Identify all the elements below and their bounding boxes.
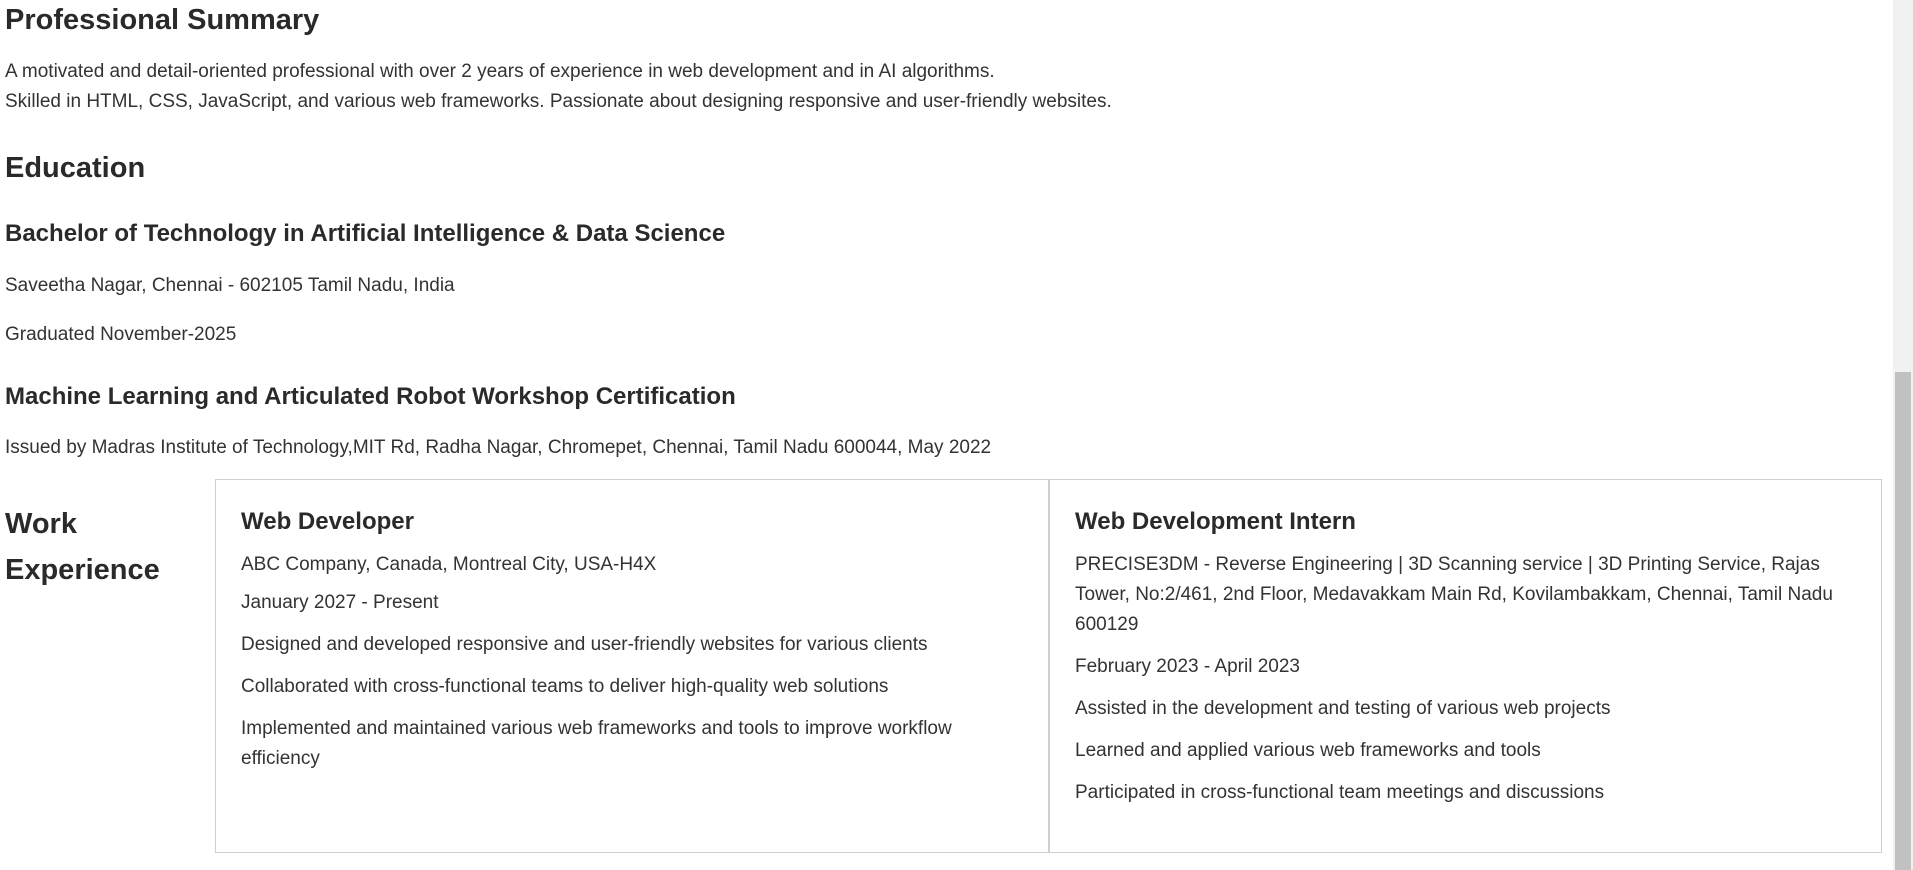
education-heading: Education [5, 152, 146, 184]
job-title: Web Development Intern [1075, 508, 1356, 535]
certification-issued: Issued by Madras Institute of Technology… [5, 437, 992, 458]
job-duty: Participated in cross-functional team me… [1075, 782, 1605, 803]
job-dates: January 2027 - Present [241, 592, 439, 613]
certification-title: Machine Learning and Articulated Robot W… [5, 383, 736, 410]
degree-title: Bachelor of Technology in Artificial Int… [5, 220, 726, 247]
vertical-scrollbar[interactable] [1893, 0, 1913, 870]
job-duty: Learned and applied various web framewor… [1075, 740, 1541, 761]
scrollbar-thumb[interactable] [1895, 372, 1911, 870]
summary-text-line-2: Skilled in HTML, CSS, JavaScript, and va… [5, 91, 1112, 112]
job-duty: Assisted in the development and testing … [1075, 698, 1611, 719]
work-experience-heading: Work Experience [5, 501, 205, 593]
job-dates: February 2023 - April 2023 [1075, 656, 1300, 677]
job-company: PRECISE3DM - Reverse Engineering | 3D Sc… [1075, 554, 1833, 635]
education-section: Education Bachelor of Technology in Arti… [5, 148, 1885, 458]
professional-summary-heading: Professional Summary [5, 4, 320, 36]
degree-location: Saveetha Nagar, Chennai - 602105 Tamil N… [5, 275, 455, 296]
job-company: ABC Company, Canada, Montreal City, USA-… [241, 554, 657, 575]
summary-text-line-1: A motivated and detail-oriented professi… [5, 61, 995, 82]
professional-summary-section: Professional Summary A motivated and det… [5, 0, 1885, 117]
work-heading-line-1: Work [5, 508, 77, 540]
job-title: Web Developer [241, 508, 414, 535]
job-cards: Web Developer ABC Company, Canada, Montr… [215, 479, 1882, 853]
resume-page: Professional Summary A motivated and det… [0, 0, 1913, 870]
job-duty: Designed and developed responsive and us… [241, 634, 928, 655]
job-card-web-developer: Web Developer ABC Company, Canada, Montr… [215, 479, 1049, 853]
job-duty: Implemented and maintained various web f… [241, 718, 952, 769]
job-duty: Collaborated with cross-functional teams… [241, 676, 889, 697]
work-heading-line-2: Experience [5, 554, 160, 586]
job-card-web-development-intern: Web Development Intern PRECISE3DM - Reve… [1048, 479, 1882, 853]
degree-graduated: Graduated November-2025 [5, 324, 237, 345]
